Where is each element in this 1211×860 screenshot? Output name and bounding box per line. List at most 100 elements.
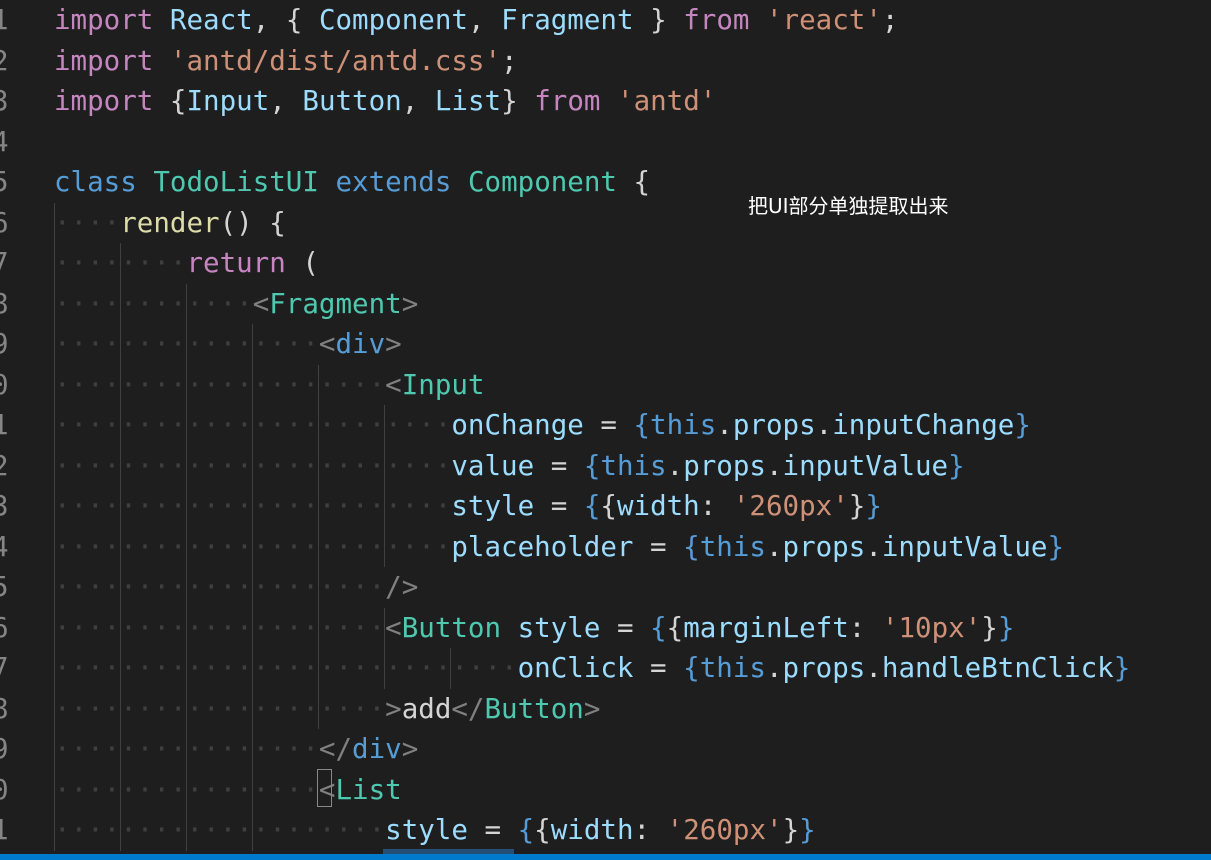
code-token: , — [467, 4, 502, 36]
code-token: ; — [881, 4, 899, 36]
code-token: ················ — [54, 328, 319, 360]
code-token: { — [633, 409, 651, 441]
code-token: = — [633, 530, 684, 563]
code-line: ························value = {this.pr… — [54, 446, 965, 487]
line-number: 1 — [0, 4, 9, 36]
code-token: = — [633, 652, 684, 684]
line-number: 3 — [0, 490, 9, 522]
code-line: ····························onClick = {t… — [54, 648, 1130, 689]
code-token: . — [765, 652, 783, 684]
code-token: import — [54, 44, 154, 77]
code-token: Component — [467, 166, 617, 198]
code-token: style — [385, 814, 468, 846]
code-token: > — [401, 733, 419, 765]
code-token: inputValue — [782, 449, 949, 482]
code-token: } — [848, 490, 866, 522]
code-token: /> — [385, 571, 419, 603]
code-token: = — [600, 611, 651, 644]
code-token: } — [981, 611, 998, 644]
code-token: . — [716, 409, 733, 441]
code-line: ····················<Button style = {{ma… — [54, 608, 1014, 649]
line-number: 6 — [0, 611, 9, 644]
code-token: . — [765, 530, 783, 563]
code-token: this — [650, 409, 717, 441]
code-line: ················</div> — [54, 729, 418, 770]
code-token: } — [1047, 530, 1065, 563]
line-number: 2 — [0, 44, 9, 77]
code-token: { — [650, 611, 667, 644]
code-editor[interactable]: 1 2 3 4 5 6 7 8 9 0 1 2 3 4 5 6 7 8 9 0 1 import React, { Co… — [0, 0, 1211, 860]
line-number: 0 — [0, 773, 9, 806]
code-token: { — [683, 652, 700, 684]
line-number: 5 — [0, 571, 9, 603]
code-token: '260px' — [666, 814, 783, 846]
code-line: ························placeholder = {t… — [54, 527, 1064, 568]
code-token: ········ — [54, 247, 187, 279]
code-token: ; — [501, 44, 518, 77]
code-token: class — [54, 166, 137, 198]
code-token: . — [865, 652, 882, 684]
code-line: ················<div> — [54, 324, 402, 365]
code-token: = — [467, 814, 518, 846]
code-token: List — [335, 773, 402, 806]
code-token: ························ — [54, 409, 452, 441]
line-number: 7 — [0, 652, 9, 684]
code-token: { — [600, 490, 617, 522]
code-token: onClick — [517, 652, 634, 684]
code-token: < — [252, 287, 270, 320]
code-token: props — [732, 409, 816, 441]
code-token: ···························· — [54, 652, 518, 684]
code-token: ( — [285, 247, 319, 279]
code-token: value — [451, 449, 535, 482]
code-token: Button — [484, 692, 584, 725]
code-token: Fragment — [501, 4, 634, 36]
code-token: import — [54, 4, 154, 36]
code-token: return — [186, 247, 286, 279]
code-token: ···················· — [54, 368, 386, 401]
status-bar — [0, 854, 1211, 860]
code-line: import 'antd/dist/antd.css'; — [54, 41, 518, 82]
code-token: onChange — [451, 409, 584, 441]
code-token: this — [699, 652, 766, 684]
code-token: from — [534, 85, 601, 117]
code-token: ························ — [54, 490, 452, 522]
code-token: { — [534, 814, 551, 846]
code-token: handleBtnClick — [881, 652, 1114, 684]
code-token: } — [799, 814, 816, 846]
line-number: 4 — [0, 530, 9, 563]
code-token: ···· — [54, 206, 121, 239]
code-token: > — [583, 692, 601, 725]
code-line: ····················/> — [54, 567, 418, 608]
code-token: ···················· — [54, 692, 386, 725]
code-token: < — [318, 328, 336, 360]
code-token: div — [335, 328, 386, 360]
code-token: { — [153, 85, 187, 117]
annotation-text: 把UI部分单独提取出来 — [748, 194, 949, 218]
code-token: width — [616, 490, 700, 522]
code-token: < — [385, 611, 402, 644]
code-token: '10px' — [881, 611, 982, 644]
code-token: div — [352, 733, 402, 765]
line-number: 3 — [0, 85, 9, 117]
code-token: () { — [219, 206, 286, 239]
code-line: ····················style = {{width: '26… — [54, 810, 816, 851]
code-token: extends — [335, 166, 452, 198]
code-token: Input — [401, 368, 485, 401]
code-token: Component — [318, 4, 468, 36]
code-token: : — [848, 611, 882, 644]
code-token: > — [385, 692, 402, 725]
code-token: props — [683, 449, 766, 482]
code-token: Button — [401, 611, 502, 644]
line-number: 8 — [0, 287, 9, 320]
code-token: this — [600, 449, 667, 482]
code-token: ························ — [54, 449, 452, 482]
code-token: : — [633, 814, 667, 846]
code-token: '260px' — [732, 490, 849, 522]
code-token: placeholder — [451, 530, 634, 563]
code-token: = — [583, 409, 634, 441]
code-token: marginLeft — [683, 611, 849, 644]
code-token: { — [683, 530, 700, 563]
